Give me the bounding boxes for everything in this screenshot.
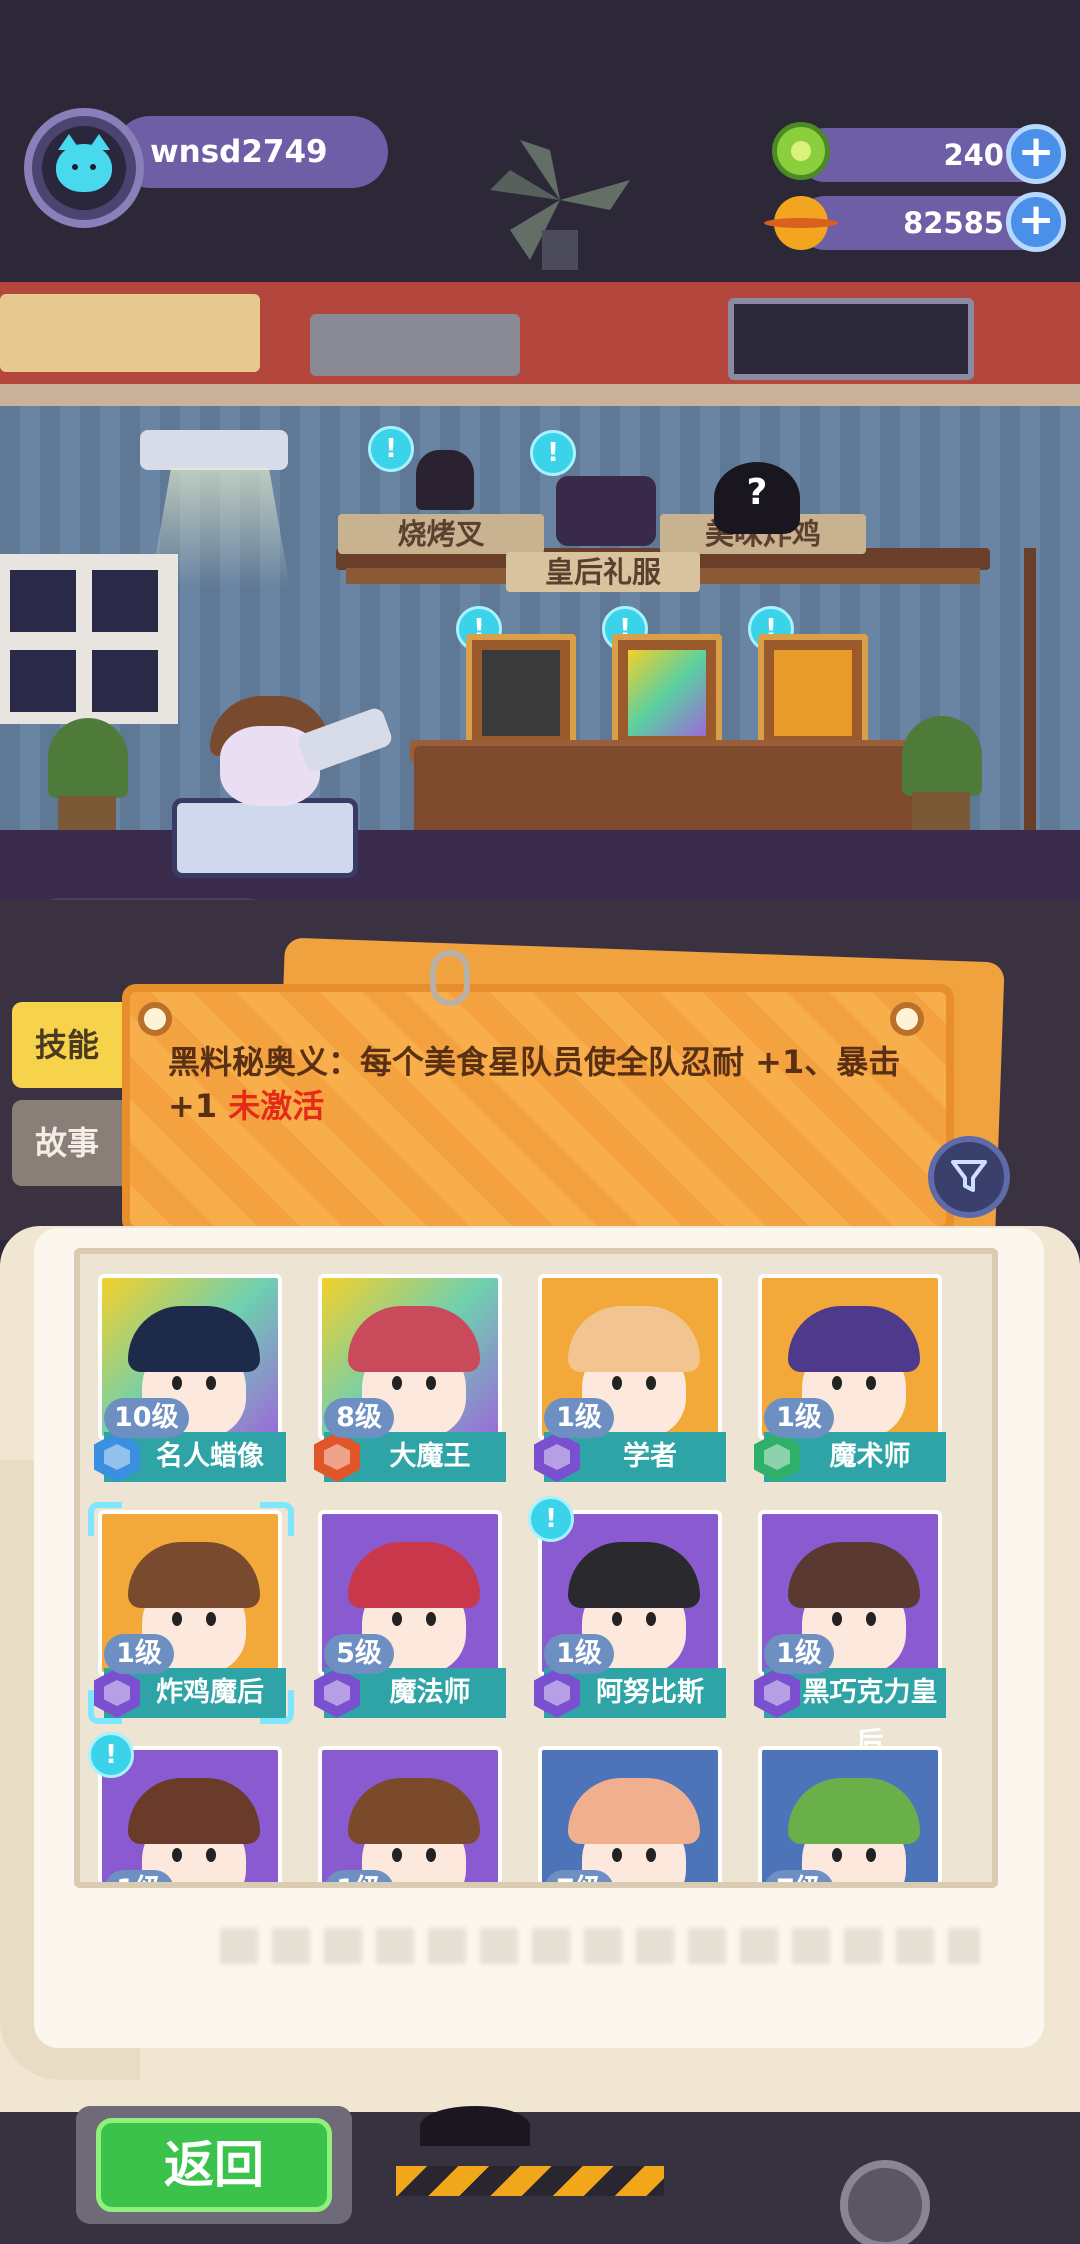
username: wnsd2749 <box>150 134 328 170</box>
character-card[interactable]: 魔法师 5级 <box>308 1502 514 1722</box>
level-badge: 5级 <box>324 1634 394 1674</box>
character-portrait <box>318 1746 502 1882</box>
alert-bubble-icon[interactable]: ! <box>528 1496 574 1542</box>
round-decoration <box>840 2160 930 2244</box>
alert-bubble-icon[interactable]: ! <box>88 1732 134 1778</box>
character-card[interactable]: 7级 <box>528 1738 734 1882</box>
plant-icon <box>902 716 982 796</box>
character-roster-grid: 名人蜡像 10级 大魔王 8级 学者 1级 魔术师 1级炸鸡魔后 1级 魔法师 5级 阿努比斯 1级! 黑… <box>74 1248 998 1888</box>
level-badge: 1级 <box>104 1870 174 1882</box>
paperclip-icon <box>430 950 470 1006</box>
filter-button[interactable] <box>928 1136 1010 1218</box>
level-badge: 1级 <box>544 1398 614 1438</box>
add-gem-button[interactable]: + <box>1006 124 1066 184</box>
character-card[interactable]: 名人蜡像 10级 <box>88 1266 294 1486</box>
level-badge: 10级 <box>104 1398 189 1438</box>
level-badge: 8级 <box>324 1398 394 1438</box>
plant-icon <box>48 718 128 798</box>
projector-icon <box>140 430 288 470</box>
selection-corner <box>260 1502 294 1536</box>
pin-icon <box>890 1002 924 1036</box>
green-gem-icon <box>772 122 830 180</box>
pin-icon <box>138 1002 172 1036</box>
tab-story[interactable]: 故事 <box>12 1100 122 1186</box>
character-card[interactable]: 1级! <box>88 1732 294 1882</box>
shelf-edge <box>0 384 1080 406</box>
picture-frame[interactable] <box>758 634 868 752</box>
picture-frame[interactable] <box>612 634 722 752</box>
sign-queen-dress[interactable]: 皇后礼服 <box>506 552 700 592</box>
character-card[interactable]: 阿努比斯 1级! <box>528 1496 734 1722</box>
character-card[interactable]: 魔术师 1级 <box>748 1266 954 1486</box>
level-badge: 1级 <box>104 1634 174 1674</box>
character-portrait <box>758 1746 942 1882</box>
planet-coin-icon <box>764 196 838 250</box>
queen-dress-icon <box>556 476 656 546</box>
character-sprite[interactable] <box>150 690 370 890</box>
character-card[interactable]: 7级 <box>748 1738 954 1882</box>
skill-status: 未激活 <box>228 1087 325 1125</box>
add-coin-button[interactable]: + <box>1006 192 1066 252</box>
avatar[interactable] <box>24 108 144 228</box>
sign-bbq-fork[interactable]: 烧烤叉 <box>338 514 544 554</box>
coat-rack <box>1024 548 1036 848</box>
selection-corner <box>88 1502 122 1536</box>
level-badge: 7级 <box>544 1870 614 1882</box>
books-on-shelf <box>0 294 260 372</box>
selection-corner <box>88 1690 122 1724</box>
character-card[interactable]: 黑巧克力皇后 1级 <box>748 1502 954 1758</box>
game-screen: { "header": { "username": "wnsd2749", "c… <box>0 0 1080 2244</box>
gem-count: 240 <box>943 138 1004 172</box>
skill-description: 黑料秘奥义：每个美食星队员使全队忍耐 +1、暴击 +1 未激活 <box>168 1040 908 1128</box>
tab-skill[interactable]: 技能 <box>12 1002 122 1088</box>
level-badge: 1级 <box>764 1634 834 1674</box>
level-badge: 1级 <box>764 1398 834 1438</box>
character-portrait <box>538 1746 722 1882</box>
shadow-creature-icon <box>420 2106 530 2146</box>
hazard-stripe <box>396 2166 664 2196</box>
mystery-chicken-icon: ? <box>714 462 800 534</box>
picture-frame[interactable] <box>466 634 576 752</box>
back-button[interactable]: 返回 <box>96 2118 332 2212</box>
blurred-footnote <box>220 1928 980 1964</box>
alert-bubble-icon[interactable]: ! <box>530 430 576 476</box>
radio-device <box>310 314 520 376</box>
selection-corner <box>260 1690 294 1724</box>
alert-bubble-icon[interactable]: ! <box>368 426 414 472</box>
character-card[interactable]: 炸鸡魔后 1级 <box>88 1502 294 1724</box>
level-badge: 1级 <box>544 1634 614 1674</box>
level-badge: 1级 <box>324 1870 394 1882</box>
level-badge: 7级 <box>764 1870 834 1882</box>
character-card[interactable]: 大魔王 8级 <box>308 1266 514 1486</box>
bbq-fork-icon <box>416 450 474 510</box>
fan-icon <box>480 130 640 270</box>
ghost-display <box>728 298 974 380</box>
cat-avatar-icon <box>56 134 112 192</box>
coin-count: 82585 <box>903 206 1004 240</box>
character-card[interactable]: 1级 <box>308 1738 514 1882</box>
character-card[interactable]: 学者 1级 <box>528 1266 734 1486</box>
filter-icon <box>951 1160 987 1192</box>
